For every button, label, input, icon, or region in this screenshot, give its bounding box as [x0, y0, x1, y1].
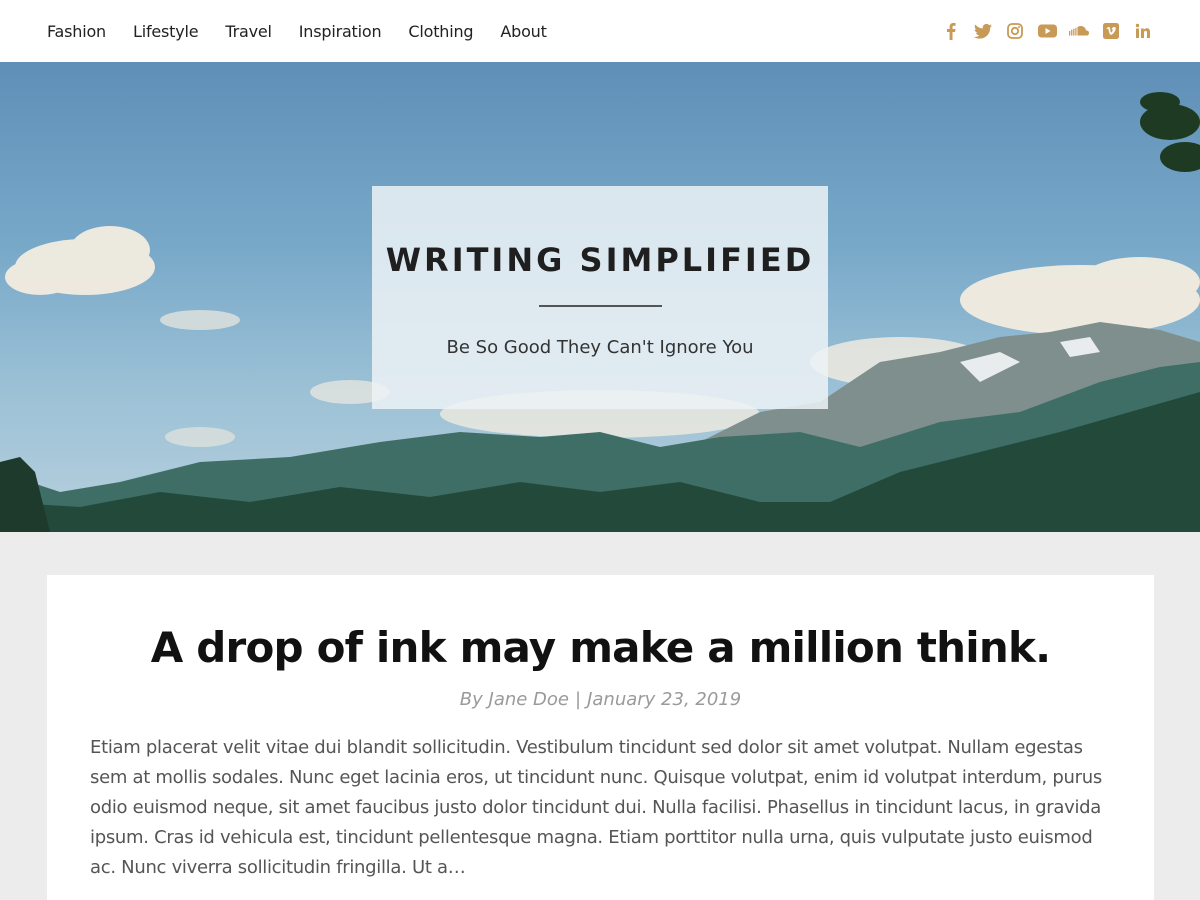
- nav-link-inspiration[interactable]: Inspiration: [299, 22, 382, 41]
- title-divider: [538, 305, 662, 307]
- main-menu: Fashion Lifestyle Travel Inspiration Clo…: [47, 22, 574, 41]
- hero-banner: WRITING SIMPLIFIED Be So Good They Can't…: [0, 62, 1200, 532]
- linkedin-icon[interactable]: [1133, 21, 1153, 41]
- soundcloud-icon[interactable]: [1069, 21, 1089, 41]
- facebook-icon[interactable]: [941, 21, 961, 41]
- meta-separator: |: [575, 689, 582, 710]
- post-card: A drop of ink may make a million think. …: [47, 575, 1154, 900]
- nav-link-about[interactable]: About: [500, 22, 547, 41]
- post-author[interactable]: By Jane Doe: [460, 689, 569, 710]
- social-links: [929, 21, 1153, 41]
- nav-link-travel[interactable]: Travel: [225, 22, 272, 41]
- youtube-icon[interactable]: [1037, 21, 1057, 41]
- twitter-icon[interactable]: [973, 21, 993, 41]
- instagram-icon[interactable]: [1005, 21, 1025, 41]
- nav-link-lifestyle[interactable]: Lifestyle: [133, 22, 199, 41]
- vimeo-icon[interactable]: [1101, 21, 1121, 41]
- site-title[interactable]: WRITING SIMPLIFIED: [372, 241, 828, 279]
- post-meta: By Jane Doe | January 23, 2019: [47, 689, 1154, 710]
- post-date: January 23, 2019: [587, 689, 742, 710]
- site-title-card: WRITING SIMPLIFIED Be So Good They Can't…: [372, 186, 828, 409]
- post-title[interactable]: A drop of ink may make a million think.: [47, 623, 1154, 672]
- top-navigation-bar: Fashion Lifestyle Travel Inspiration Clo…: [0, 0, 1200, 62]
- nav-link-clothing[interactable]: Clothing: [408, 22, 473, 41]
- nav-link-fashion[interactable]: Fashion: [47, 22, 106, 41]
- site-tagline: Be So Good They Can't Ignore You: [446, 337, 754, 358]
- post-excerpt: Etiam placerat velit vitae dui blandit s…: [90, 737, 1102, 878]
